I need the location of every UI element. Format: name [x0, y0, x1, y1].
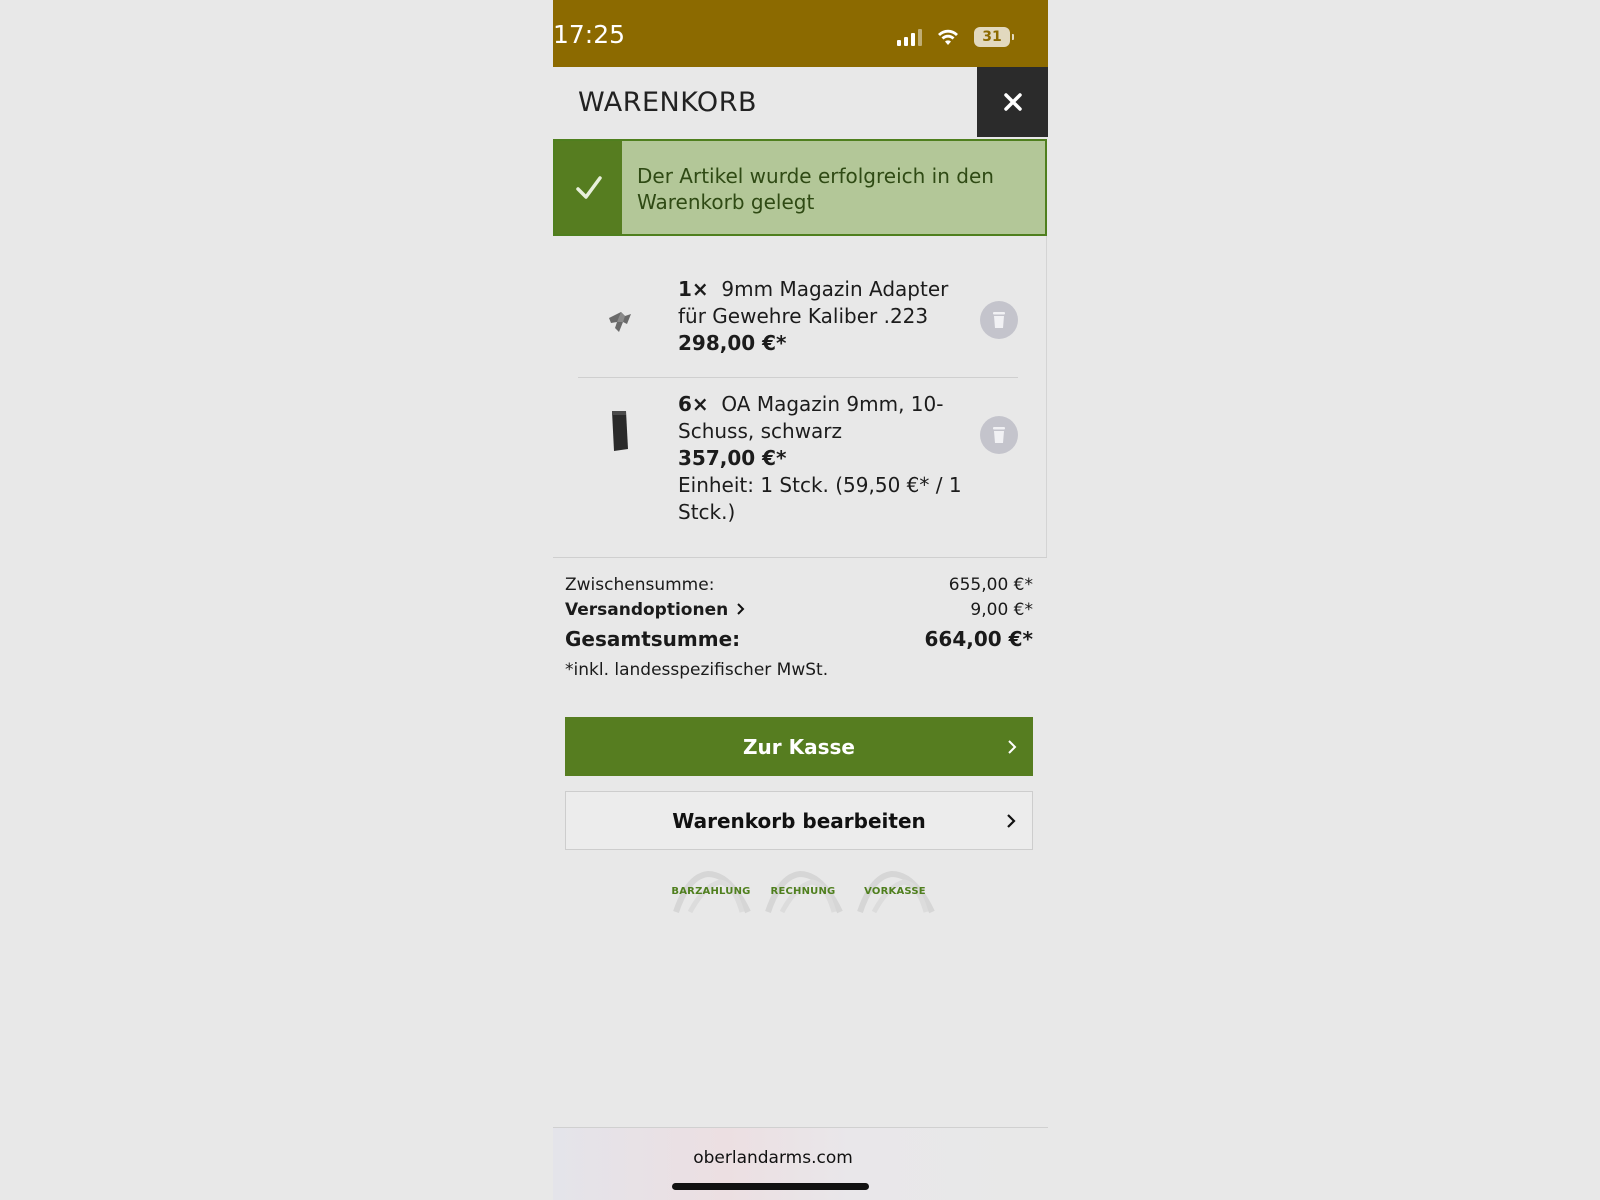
- chevron-right-icon: [737, 603, 745, 615]
- payment-label: RECHNUNG: [770, 885, 836, 897]
- success-message: Der Artikel wurde erfolgreich in den War…: [637, 164, 994, 214]
- subtotal-value: 655,00 €*: [948, 575, 1033, 595]
- item-name[interactable]: 9mm Magazin Adapter für Gewehre Kaliber …: [678, 277, 948, 328]
- summary-divider: [553, 557, 1047, 558]
- cart-header: WARENKORB: [553, 67, 1048, 137]
- payment-logo-vorkasse: VORKASSE: [852, 868, 938, 914]
- payment-label: BARZAHLUNG: [671, 885, 751, 897]
- cellular-signal-icon: [897, 28, 922, 46]
- cart-item: 6× OA Magazin 9mm, 10-Schuss, schwarz 35…: [578, 391, 1018, 531]
- subtotal-row: Zwischensumme: 655,00 €*: [565, 575, 1033, 595]
- trash-icon: [993, 312, 1005, 328]
- remove-item-button[interactable]: [980, 416, 1018, 454]
- close-icon: [1003, 93, 1022, 111]
- close-button[interactable]: [977, 67, 1048, 137]
- trash-icon: [993, 427, 1005, 443]
- grand-total-label: Gesamtsumme:: [565, 627, 741, 651]
- home-indicator[interactable]: [672, 1183, 869, 1190]
- cart-item: 1× 9mm Magazin Adapter für Gewehre Kalib…: [578, 276, 1018, 366]
- product-thumbnail[interactable]: [598, 406, 642, 456]
- edit-cart-button[interactable]: Warenkorb bearbeiten: [565, 791, 1033, 850]
- status-icons: 31: [897, 25, 1014, 49]
- chevron-right-icon: [1007, 813, 1016, 828]
- browser-url-bar[interactable]: oberlandarms.com: [553, 1127, 1048, 1200]
- item-info: 6× OA Magazin 9mm, 10-Schuss, schwarz 35…: [678, 391, 963, 526]
- magazine-image-icon: [612, 411, 628, 451]
- subtotal-label: Zwischensumme:: [565, 575, 715, 595]
- payment-logo-barzahlung: BARZAHLUNG: [668, 868, 754, 914]
- vat-note: *inkl. landesspezifischer MwSt.: [565, 660, 829, 680]
- item-price: 298,00 €*: [678, 331, 787, 355]
- status-bar: 17:25 31: [553, 0, 1048, 67]
- payment-label: VORKASSE: [864, 885, 926, 897]
- success-check-area: [555, 141, 622, 234]
- payment-methods: BARZAHLUNG RECHNUNG VORKASSE: [668, 868, 938, 918]
- checkout-button[interactable]: Zur Kasse: [565, 717, 1033, 776]
- item-divider: [578, 377, 1018, 378]
- item-info: 1× 9mm Magazin Adapter für Gewehre Kalib…: [678, 276, 963, 357]
- checkout-label: Zur Kasse: [743, 734, 855, 759]
- shipping-value: 9,00 €*: [970, 600, 1033, 620]
- item-quantity: 1×: [678, 277, 709, 301]
- product-thumbnail[interactable]: [598, 296, 642, 346]
- battery-icon: 31: [974, 27, 1014, 47]
- status-time: 17:25: [553, 20, 626, 49]
- chevron-right-icon: [1008, 739, 1017, 754]
- checkmark-icon: [575, 175, 602, 199]
- shipping-row: Versandoptionen 9,00 €*: [565, 600, 1033, 620]
- remove-item-button[interactable]: [980, 301, 1018, 339]
- url-text[interactable]: oberlandarms.com: [553, 1148, 993, 1168]
- phone-screen: 17:25 31 WARENKORB Der Artikel wurde erf…: [553, 0, 1048, 1200]
- item-name[interactable]: OA Magazin 9mm, 10-Schuss, schwarz: [678, 392, 943, 443]
- shipping-options-link[interactable]: Versandoptionen: [565, 600, 745, 620]
- wifi-icon: [938, 29, 958, 45]
- item-price: 357,00 €*: [678, 446, 787, 470]
- cart-items: 1× 9mm Magazin Adapter für Gewehre Kalib…: [553, 236, 1047, 558]
- grand-total-row: Gesamtsumme: 664,00 €*: [565, 627, 1033, 651]
- shipping-label: Versandoptionen: [565, 600, 729, 620]
- item-unit-price: Einheit: 1 Stck. (59,50 €* / 1 Stck.): [678, 473, 962, 524]
- cart-title: WARENKORB: [578, 87, 757, 118]
- payment-logo-rechnung: RECHNUNG: [760, 868, 846, 914]
- adapter-image-icon: [609, 312, 631, 332]
- item-quantity: 6×: [678, 392, 709, 416]
- success-banner: Der Artikel wurde erfolgreich in den War…: [553, 139, 1047, 236]
- grand-total-value: 664,00 €*: [924, 627, 1033, 651]
- edit-cart-label: Warenkorb bearbeiten: [672, 808, 926, 833]
